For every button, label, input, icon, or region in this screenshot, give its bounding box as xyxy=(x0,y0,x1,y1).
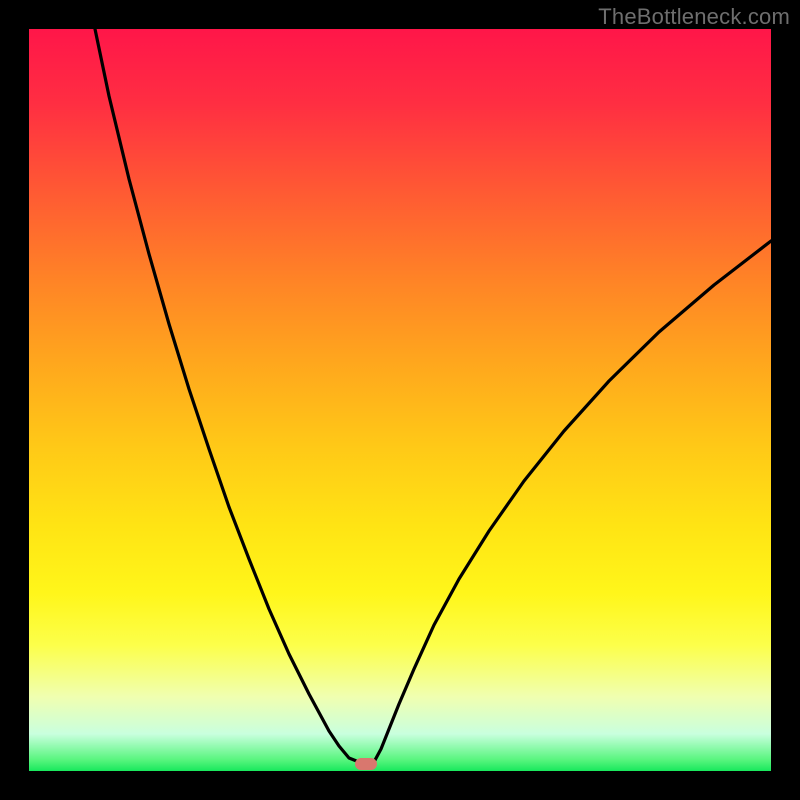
curve-svg xyxy=(29,29,771,771)
minimum-marker xyxy=(355,758,377,770)
bottleneck-curve xyxy=(95,29,771,762)
plot-area xyxy=(29,29,771,771)
watermark-text: TheBottleneck.com xyxy=(598,4,790,30)
chart-frame: TheBottleneck.com xyxy=(0,0,800,800)
